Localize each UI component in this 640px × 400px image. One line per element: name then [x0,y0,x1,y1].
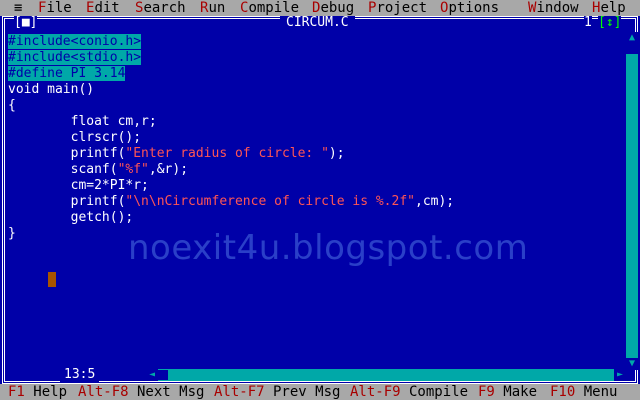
watermark: noexit4u.blogspot.com [128,228,529,268]
menu-file[interactable]: File [38,0,72,16]
hint-help[interactable]: F1 Help [8,384,67,400]
menu-bar: ≡ File Edit Search Run Compile Debug Pro… [0,0,640,16]
menu-file-label: ile [46,0,72,16]
code-line: { [8,98,16,113]
horizontal-scrollbar[interactable]: ◄ ► [146,369,626,381]
code-line: printf("Enter radius of circle: "); [8,146,345,161]
horizontal-scroll-thumb[interactable] [158,370,168,380]
menu-help[interactable]: Help [592,0,626,16]
scroll-up-arrow-icon[interactable]: ▲ [626,32,638,44]
system-menu-icon[interactable]: ≡ [14,0,22,16]
code-line: void main() [8,82,95,97]
code-line: getch(); [8,210,134,225]
window-title-bar: [■] CIRCUM.C 1 [↕] [0,16,640,30]
menu-run[interactable]: Run [200,0,225,16]
window-number: 1 [584,15,592,30]
text-cursor [48,272,56,287]
code-line: #include<stdio.h> [8,50,142,65]
code-line: printf("\n\nCircumference of circle is %… [8,194,455,209]
hint-menu[interactable]: F10 Menu [550,384,617,400]
vertical-scrollbar[interactable]: ▲ ▼ [626,32,638,370]
hint-next-msg[interactable]: Alt-F8 Next Msg [78,384,204,400]
code-editor[interactable]: #include<conio.h> #include<stdio.h> #def… [8,34,620,242]
code-line: #include<conio.h> [8,34,142,49]
cursor-position-indicator: 13:5 [60,368,100,382]
menu-window[interactable]: Window [528,0,579,16]
menu-window-label: indow [536,0,579,16]
zoom-window-button[interactable]: [↕] [598,16,622,30]
close-window-button[interactable]: [■] [14,16,38,30]
menu-compile-label: ompile [248,0,300,16]
vertical-scroll-thumb[interactable] [626,44,638,54]
code-line: scanf("%f",&r); [8,162,189,177]
hint-compile[interactable]: Alt-F9 Compile [350,384,468,400]
hint-make[interactable]: F9 Make [478,384,537,400]
menu-compile[interactable]: Compile [240,0,299,16]
menu-project-label: roject [376,0,428,16]
menu-options[interactable]: Options [440,0,499,16]
code-line: #define PI 3.14 [8,66,126,81]
menu-debug[interactable]: Debug [312,0,354,16]
window-title: CIRCUM.C [280,16,355,30]
menu-search[interactable]: Search [135,0,186,16]
menu-help-label: elp [600,0,626,16]
scroll-left-arrow-icon[interactable]: ◄ [146,369,158,381]
menu-search-label: earch [143,0,186,16]
menu-run-label: un [208,0,226,16]
hint-prev-msg[interactable]: Alt-F7 Prev Msg [214,384,340,400]
status-bar: F1 Help Alt-F8 Next Msg Alt-F7 Prev Msg … [0,384,640,400]
code-line: clrscr(); [8,130,142,145]
code-line: float cm,r; [8,114,157,129]
menu-options-label: ptions [448,0,500,16]
code-line: cm=2*PI*r; [8,178,149,193]
menu-project[interactable]: Project [368,0,427,16]
scroll-right-arrow-icon[interactable]: ► [614,369,626,381]
menu-debug-label: ebug [320,0,355,16]
scroll-down-arrow-icon[interactable]: ▼ [626,358,638,370]
menu-edit-label: dit [94,0,120,16]
menu-edit[interactable]: Edit [86,0,120,16]
